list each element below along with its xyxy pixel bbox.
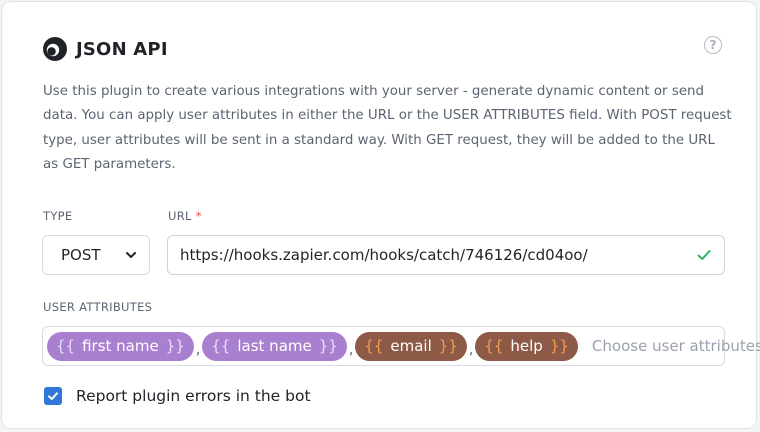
checkbox-checked-icon[interactable] [44, 387, 62, 405]
required-mark: * [195, 209, 202, 223]
user-attributes-label: USER ATTRIBUTES [43, 300, 153, 314]
user-attributes-placeholder[interactable]: Choose user attributes [592, 337, 760, 355]
url-input-value: https://hooks.zapier.com/hooks/catch/746… [180, 246, 588, 264]
type-select-value: POST [61, 246, 101, 264]
attribute-tag-last-name[interactable]: {{ last name }} [202, 331, 347, 361]
plugin-description: Use this plugin to create various integr… [43, 84, 732, 173]
chevron-down-icon [126, 252, 136, 258]
tag-separator: , [348, 342, 354, 358]
report-errors-row: Report plugin errors in the bot [44, 387, 311, 405]
type-select[interactable]: POST [42, 235, 150, 275]
tag-separator: , [468, 342, 474, 358]
url-label: URL * [168, 209, 202, 223]
tag-separator: , [195, 342, 201, 358]
json-api-logo-icon [43, 37, 67, 61]
plugin-title: JSON API [76, 38, 168, 60]
attribute-tag-help[interactable]: {{ help }} [475, 331, 578, 361]
checkmark-icon [48, 392, 58, 400]
plugin-card: JSON API ? Use this plugin to create var… [1, 1, 760, 429]
user-attributes-field[interactable]: {{ first name }} , {{ last name }} , {{ … [42, 326, 760, 366]
plugin-header: JSON API [42, 36, 168, 62]
attribute-tag-email[interactable]: {{ email }} [355, 331, 467, 361]
report-errors-label[interactable]: Report plugin errors in the bot [76, 387, 311, 405]
checkmark-icon [697, 250, 711, 260]
attribute-tag-first-name[interactable]: {{ first name }} [47, 331, 194, 361]
type-label: TYPE [43, 209, 73, 223]
question-circle-icon[interactable]: ? [704, 36, 722, 54]
url-input[interactable]: https://hooks.zapier.com/hooks/catch/746… [167, 235, 725, 275]
